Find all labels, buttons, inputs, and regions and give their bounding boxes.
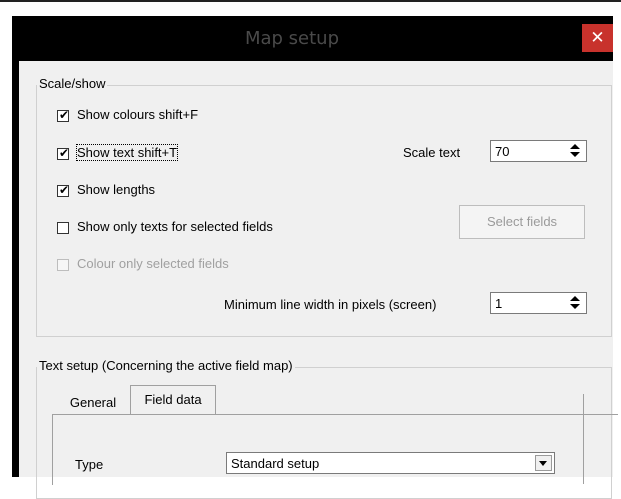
tab-field-data[interactable]: Field data xyxy=(130,385,216,415)
show-colours-checkbox[interactable]: ✔ xyxy=(57,108,70,122)
spin-arrows-icon[interactable] xyxy=(570,144,580,158)
tab-general[interactable]: General xyxy=(58,391,128,415)
map-setup-window: Map setup ✕ Scale/show ✔ Show colours sh… xyxy=(12,16,618,499)
type-select[interactable]: Standard setup xyxy=(226,452,555,474)
colour-only-selected-label: Colour only selected fields xyxy=(77,256,229,271)
show-colours-label[interactable]: Show colours shift+F xyxy=(77,107,198,122)
type-select-value[interactable]: Standard setup xyxy=(231,456,319,471)
colour-only-selected-checkbox[interactable] xyxy=(57,259,69,271)
text-setup-legend: Text setup (Concerning the active field … xyxy=(37,358,295,373)
show-only-texts-checkbox[interactable] xyxy=(57,222,69,234)
show-text-checkbox[interactable]: ✔ xyxy=(57,146,70,160)
scale-text-spinner[interactable]: 70 xyxy=(490,140,587,162)
scale-text-label: Scale text xyxy=(403,145,461,160)
spin-arrows-icon[interactable] xyxy=(570,296,580,310)
min-line-width-label: Minimum line width in pixels (screen) xyxy=(224,297,437,312)
min-line-width-value[interactable]: 1 xyxy=(495,296,502,311)
window-title: Map setup xyxy=(244,28,340,49)
title-bar[interactable]: Map setup ✕ xyxy=(12,16,613,61)
scale-show-legend: Scale/show xyxy=(37,76,108,91)
show-only-texts-label[interactable]: Show only texts for selected fields xyxy=(77,219,273,234)
tab-panel-field-data xyxy=(52,414,618,485)
show-lengths-label[interactable]: Show lengths xyxy=(77,182,155,197)
type-label: Type xyxy=(75,457,104,472)
checkmark-icon: ✔ xyxy=(59,108,70,122)
chevron-down-icon[interactable] xyxy=(535,455,552,471)
show-lengths-checkbox[interactable]: ✔ xyxy=(57,183,70,197)
top-border-line xyxy=(0,0,621,2)
dialog-client-area: Scale/show ✔ Show colours shift+F ✔ Show… xyxy=(19,61,618,499)
checkmark-icon: ✔ xyxy=(59,183,70,197)
close-icon: ✕ xyxy=(590,28,605,48)
close-button[interactable]: ✕ xyxy=(582,24,613,52)
show-text-label[interactable]: Show text shift+T xyxy=(75,144,179,161)
select-fields-button[interactable]: Select fields xyxy=(459,205,585,239)
scale-text-value[interactable]: 70 xyxy=(495,144,509,159)
checkmark-icon: ✔ xyxy=(59,146,70,160)
min-line-width-spinner[interactable]: 1 xyxy=(490,292,587,314)
tab-panel-right-edge xyxy=(583,394,584,484)
